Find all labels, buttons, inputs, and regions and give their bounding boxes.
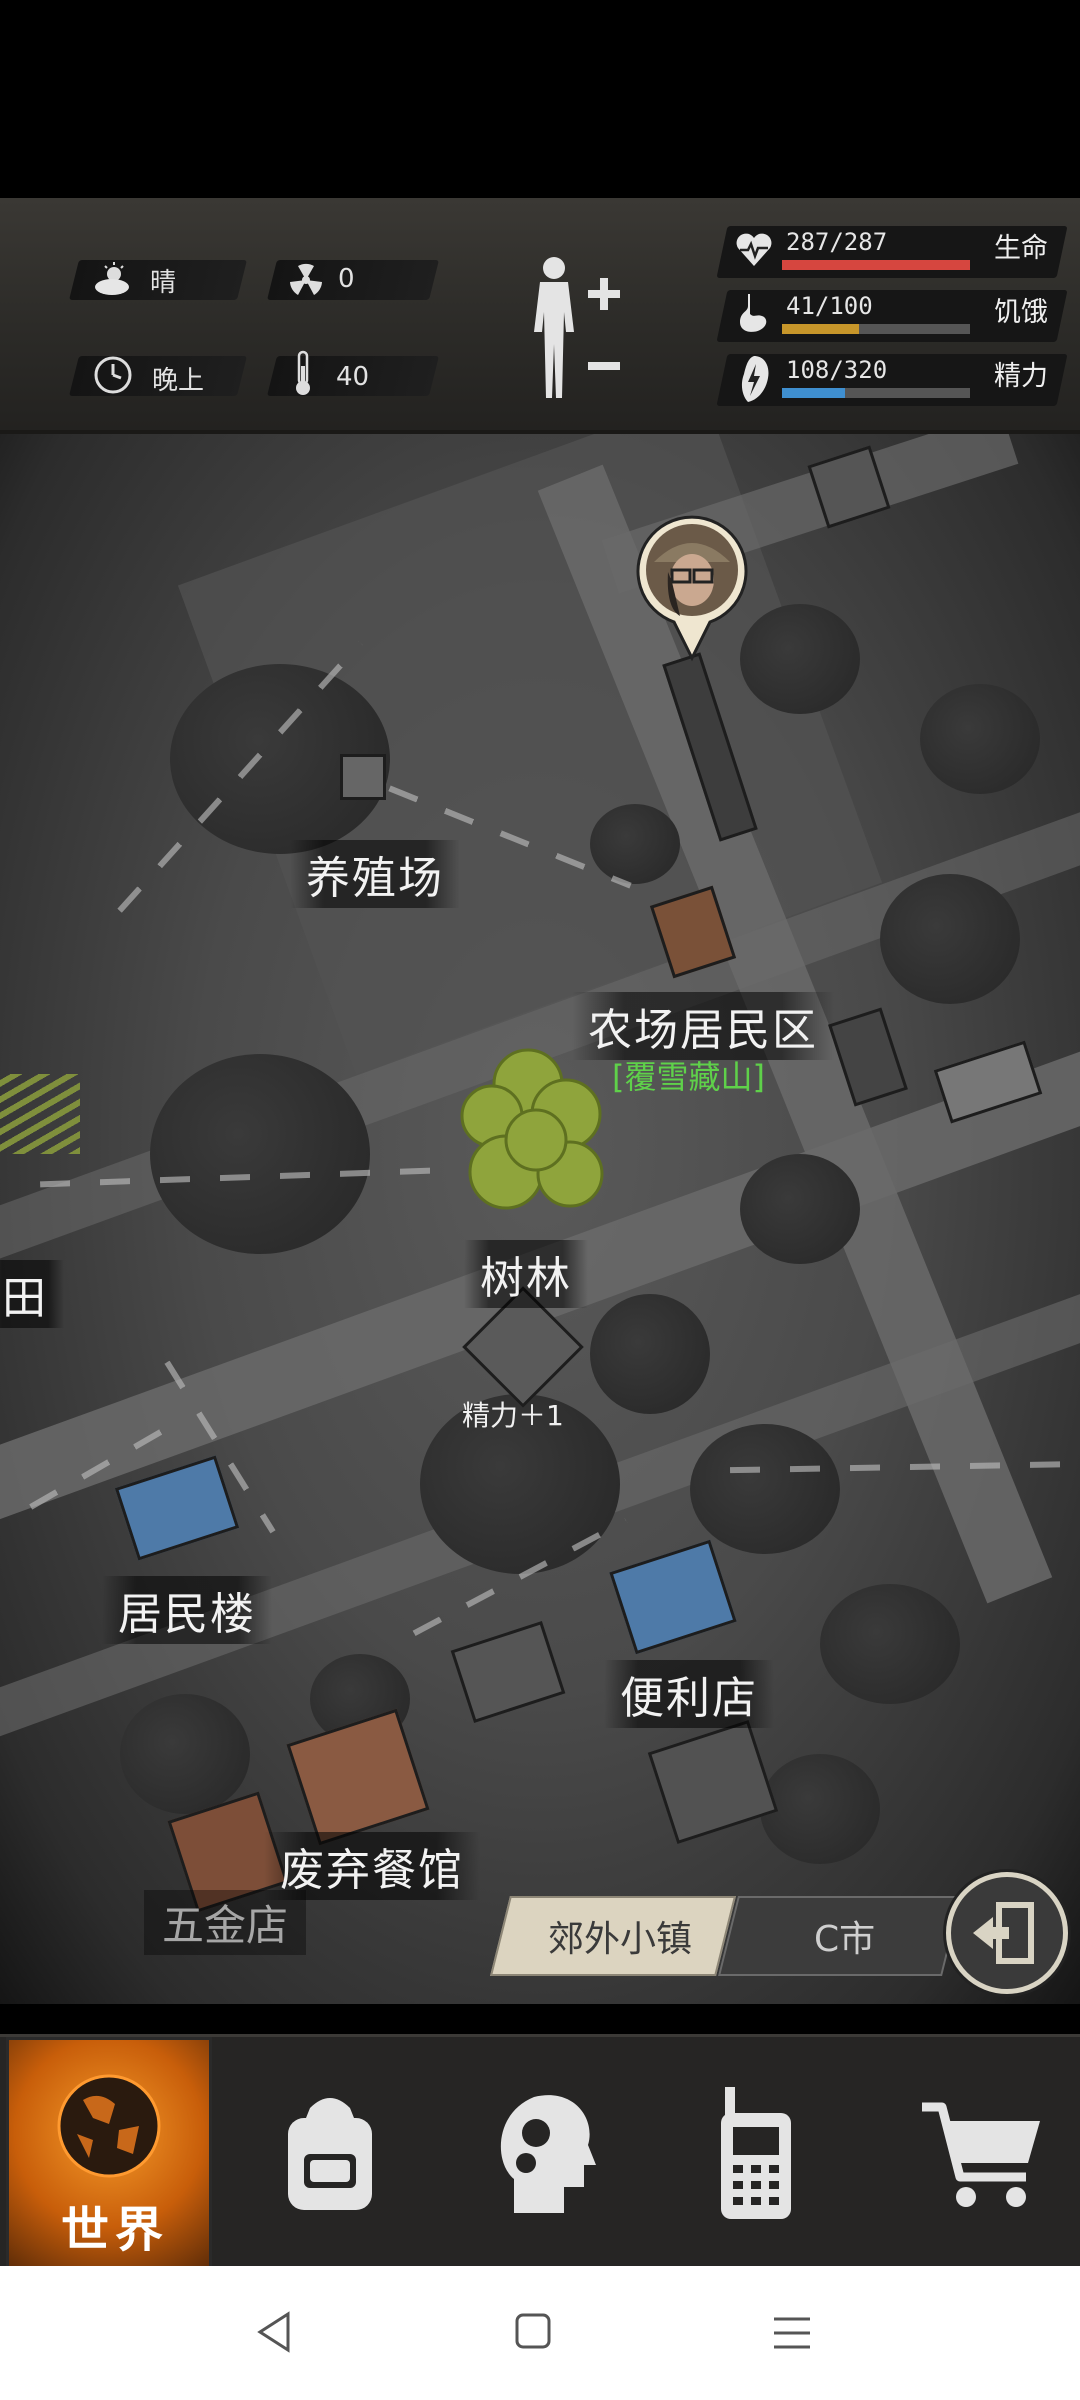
tree [820,1584,960,1704]
building-blue [114,1455,240,1561]
tab-suburb[interactable]: 郊外小镇 [548,1910,692,1962]
tree [880,874,1020,1004]
map-label-apartment[interactable]: 居民楼 [102,1576,272,1644]
tree [760,1754,880,1864]
building-blue [609,1539,737,1655]
nav-radio[interactable] [676,2037,836,2269]
stomach-icon [736,292,772,336]
tree [590,1294,710,1414]
energy-value: 108/320 [786,356,888,384]
shopping-cart-icon [922,2102,1040,2207]
body-figure-icon[interactable] [518,252,628,402]
map-label-farm[interactable]: 养殖场 [290,840,460,908]
nav-skills[interactable] [464,2037,624,2269]
tab-city[interactable]: C市 [814,1910,875,1962]
nav-backpack[interactable] [250,2037,410,2269]
heart-pulse-icon [734,228,774,270]
energy-bar-fill [782,388,846,398]
radiation-value: 0 [338,264,355,294]
exit-button[interactable] [946,1872,1068,1994]
health-bar [782,260,970,270]
nav-world-label: 世界 [61,2202,170,2258]
map-label-farm-residence[interactable]: 农场居民区 [572,992,834,1060]
forest-marker[interactable] [456,1044,616,1234]
tree [740,1154,860,1264]
bottom-nav: 世界 [0,2034,1080,2275]
energy-bar [782,388,970,398]
crop-field [0,1074,80,1154]
temperature-value: 40 [336,362,370,392]
hunger-bar [782,324,970,334]
tree [740,604,860,714]
map-label-left-edge[interactable]: 田 [0,1260,64,1328]
map-label-residence-subtitle: [覆雪藏山] [612,1058,765,1096]
tree [150,1054,370,1254]
building [647,1719,779,1845]
hunger-bar-fill [782,324,860,334]
menu-icon[interactable] [772,2314,812,2352]
map-label-hardware[interactable]: 五金店 [144,1890,307,1955]
skills-head-icon [500,2095,596,2213]
nav-world[interactable]: 世界 [6,2037,212,2275]
energy-icon [736,354,772,404]
tree [120,1694,250,1814]
player-location-marker[interactable] [632,512,752,662]
thermometer-icon [290,350,316,398]
globe-icon [53,2070,165,2182]
system-navigation-bar [0,2266,1080,2400]
health-value: 287/287 [786,228,888,256]
home-icon[interactable] [514,2312,552,2350]
backpack-icon [288,2098,372,2210]
building [340,754,386,800]
effect-text: 精力＋1 [462,1399,564,1432]
building-brown [286,1708,430,1846]
time-value: 晚上 [152,366,205,396]
building [450,1621,566,1723]
tree [690,1424,840,1554]
hunger-label: 饥饿 [994,297,1048,328]
health-label: 生命 [994,233,1048,264]
clock-icon [92,354,134,396]
radiation-icon [286,260,326,300]
health-bar-fill [782,260,970,270]
back-icon[interactable] [254,2310,294,2354]
map-label-forest[interactable]: 树林 [464,1240,588,1308]
weather-cloud-sun-icon [92,260,134,300]
map-label-store[interactable]: 便利店 [604,1660,774,1728]
tree [920,684,1040,794]
nav-shop[interactable] [896,2037,1066,2269]
radio-icon [721,2087,791,2219]
weather-value: 晴 [150,268,177,298]
world-map[interactable]: 养殖场 农场居民区 [覆雪藏山] 树林 田 精力＋1 居民楼 便利店 废弃餐馆 … [0,434,1080,2004]
hunger-value: 41/100 [786,292,873,320]
exit-door-icon [973,1902,1034,1964]
energy-label: 精力 [994,361,1048,392]
status-panel: 晴 0 晚上 40 287/287 生命 41/100 饥饿 108/320 精… [0,198,1080,434]
